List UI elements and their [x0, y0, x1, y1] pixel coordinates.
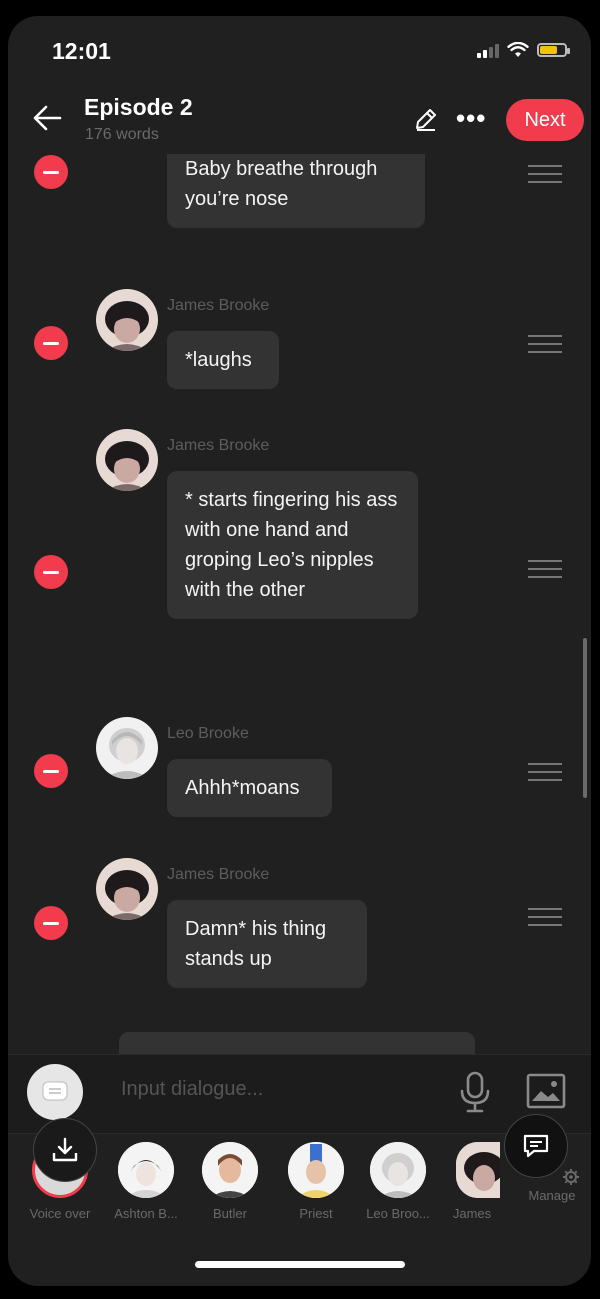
battery-icon: [537, 43, 570, 57]
dialogue-input[interactable]: Input dialogue...: [121, 1078, 263, 1101]
phone-screen: 12:01 Episode 2 176 words ••• Next Baby …: [8, 16, 591, 1286]
priest-avatar: [288, 1142, 344, 1198]
drag-handle-icon[interactable]: [528, 560, 562, 584]
leo-brooke-avatar: [370, 1142, 426, 1198]
delete-line-button[interactable]: [34, 906, 68, 940]
signal-icon: [477, 42, 499, 58]
wifi-icon: [507, 42, 529, 57]
mic-icon[interactable]: [458, 1071, 492, 1113]
character-leo-brooke[interactable]: Leo Broo...: [358, 1142, 438, 1221]
drag-handle-icon[interactable]: [528, 908, 562, 932]
speaker-name: James Brooke: [167, 866, 270, 883]
dialogue-bubble[interactable]: Baby breathe through you’re nose: [167, 154, 425, 228]
edit-pencil-icon[interactable]: [413, 106, 439, 132]
character-label: Priest: [299, 1206, 333, 1221]
character-label: Ashton B...: [114, 1206, 178, 1221]
dialogue-list: Baby breathe through you’re nose James B…: [8, 154, 591, 1054]
more-icon[interactable]: •••: [456, 105, 486, 131]
chat-icon[interactable]: [27, 1064, 83, 1120]
character-ashton[interactable]: Ashton B...: [106, 1142, 186, 1221]
delete-line-button[interactable]: [34, 555, 68, 589]
avatar-james-brooke: [96, 289, 158, 351]
character-priest[interactable]: Priest: [276, 1142, 356, 1221]
speaker-name: James Brooke: [167, 437, 270, 454]
speaker-name: Leo Brooke: [167, 725, 249, 742]
avatar-james-brooke: [96, 429, 158, 491]
ashton-avatar: [118, 1142, 174, 1198]
status-icons: [477, 42, 570, 58]
back-arrow-icon[interactable]: [32, 104, 62, 132]
manage-button[interactable]: Manage: [520, 1168, 584, 1203]
input-bar: [8, 1054, 591, 1134]
drag-handle-icon[interactable]: [528, 763, 562, 787]
delete-line-button[interactable]: [34, 754, 68, 788]
character-label: Leo Broo...: [366, 1206, 430, 1221]
dialogue-bubble[interactable]: Ahhh*moans: [167, 759, 332, 817]
drag-handle-icon[interactable]: [528, 335, 562, 359]
home-indicator[interactable]: [195, 1261, 405, 1268]
delete-line-button[interactable]: [34, 155, 68, 189]
avatar-leo-brooke: [96, 717, 158, 779]
scrollbar[interactable]: [583, 638, 587, 798]
avatar-james-brooke: [96, 858, 158, 920]
character-label: James: [452, 1206, 492, 1221]
word-count: 176 words: [85, 126, 159, 143]
gear-icon: [563, 1169, 579, 1185]
character-butler[interactable]: Butler: [190, 1142, 270, 1221]
dialogue-bubble[interactable]: Damn* his thing stands up: [167, 900, 367, 988]
drag-handle-icon[interactable]: [528, 165, 562, 189]
character-label: Butler: [213, 1206, 247, 1221]
speaker-name: James Brooke: [167, 297, 270, 314]
next-button[interactable]: Next: [506, 99, 584, 141]
delete-line-button[interactable]: [34, 326, 68, 360]
episode-title: Episode 2: [84, 94, 193, 120]
download-icon[interactable]: [33, 1118, 97, 1182]
manage-label: Manage: [528, 1188, 576, 1203]
dialogue-bubble[interactable]: * starts fingering his ass with one hand…: [167, 471, 418, 619]
butler-avatar: [202, 1142, 258, 1198]
status-time: 12:01: [52, 38, 111, 64]
image-icon[interactable]: [526, 1073, 566, 1109]
james-avatar: [456, 1142, 500, 1198]
dialogue-bubble[interactable]: *laughs: [167, 331, 279, 389]
character-james[interactable]: James: [434, 1142, 510, 1221]
character-label: Voice over: [29, 1206, 91, 1221]
